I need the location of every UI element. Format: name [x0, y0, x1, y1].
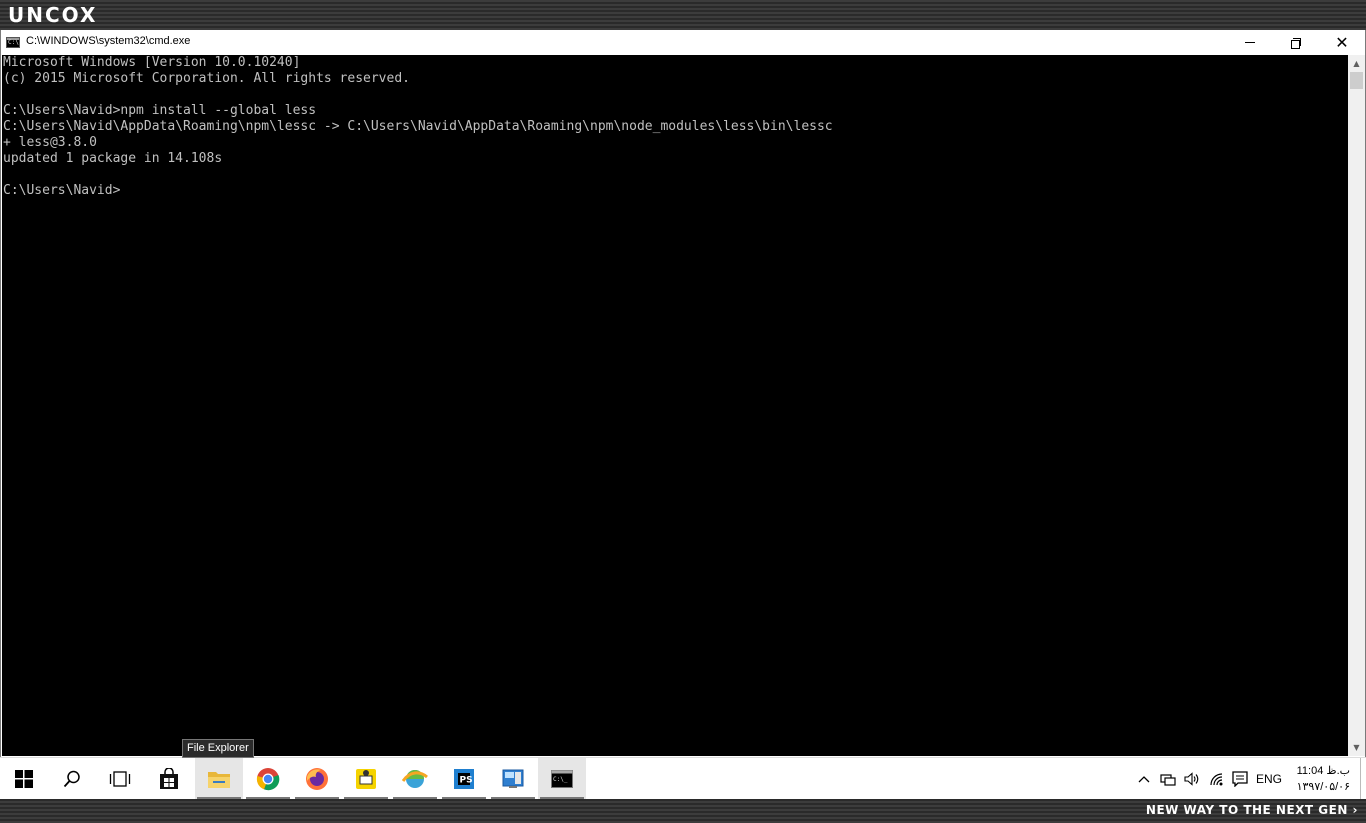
start-button[interactable]: [0, 758, 48, 799]
show-hidden-icons-button[interactable]: [1133, 758, 1155, 799]
brand-tagline: NEW WAY TO THE NEXT GEN ›: [1145, 803, 1358, 817]
file-explorer-tooltip: File Explorer: [182, 739, 254, 758]
jetbrains-button[interactable]: PS: [440, 758, 488, 799]
brand-logo: UNCOX: [8, 3, 98, 27]
cmd-window: C:\WINDOWS\system32\cmd.exe ✕ Microsoft …: [0, 30, 1366, 757]
window-title: C:\WINDOWS\system32\cmd.exe: [26, 35, 191, 47]
scroll-thumb[interactable]: [1350, 72, 1363, 89]
console-line: + less@3.8.0: [3, 135, 97, 150]
firefox-button[interactable]: [293, 758, 341, 799]
jetbrains-icon: PS: [454, 768, 474, 789]
store-icon: [160, 767, 178, 789]
svg-text:PS: PS: [460, 775, 473, 785]
restore-button[interactable]: [1273, 30, 1319, 55]
show-desktop-button[interactable]: [1360, 758, 1366, 799]
minimize-button[interactable]: [1227, 30, 1273, 55]
console-prompt: C:\Users\Navid>: [3, 183, 121, 198]
console-line: C:\Users\Navid\AppData\Roaming\npm\lessc…: [3, 119, 833, 134]
search-icon: [63, 770, 80, 787]
close-icon: ✕: [1335, 32, 1349, 52]
scroll-up-arrow-icon[interactable]: ▲: [1348, 55, 1365, 72]
input-language-button[interactable]: ENG: [1252, 758, 1286, 799]
console-output[interactable]: Microsoft Windows [Version 10.0.10240] (…: [2, 55, 1348, 756]
restore-icon: [1291, 37, 1301, 49]
idm-icon: [402, 769, 428, 788]
task-view-button[interactable]: [96, 758, 144, 799]
firefox-icon: [306, 767, 328, 790]
wifi-tray-button[interactable]: [1206, 758, 1228, 799]
volume-tray-button[interactable]: [1181, 758, 1203, 799]
console-line: C:\Users\Navid>npm install --global less: [3, 103, 317, 118]
idm-button[interactable]: [391, 758, 439, 799]
control-panel-icon: [502, 769, 524, 788]
title-bar[interactable]: C:\WINDOWS\system32\cmd.exe ✕: [1, 30, 1365, 55]
folder-icon: [208, 771, 230, 788]
cmd-app-icon[interactable]: [6, 37, 20, 48]
console-text: Microsoft Windows [Version 10.0.10240] (…: [2, 55, 1348, 199]
php-icon: [356, 768, 376, 789]
svg-text:C:\_: C:\_: [553, 776, 568, 783]
brand-banner-top: UNCOX: [0, 0, 1366, 30]
windows-logo-icon: [15, 769, 33, 788]
cmd-icon: C:\_: [551, 769, 573, 788]
command-prompt-button[interactable]: C:\_: [538, 758, 586, 799]
close-button[interactable]: ✕: [1319, 30, 1365, 55]
php-app-button[interactable]: [342, 758, 390, 799]
scroll-down-arrow-icon[interactable]: ▼: [1348, 739, 1365, 756]
console-line: updated 1 package in 14.108s: [3, 151, 223, 166]
network-icon: [1160, 773, 1176, 786]
clock-time: 11:04 ب.ظ: [1296, 765, 1350, 777]
notification-icon: [1232, 770, 1248, 787]
brand-banner-bottom: NEW WAY TO THE NEXT GEN ›: [0, 799, 1366, 823]
task-view-icon: [109, 770, 131, 787]
network-tray-button[interactable]: [1157, 758, 1179, 799]
speaker-icon: [1184, 771, 1199, 786]
search-button[interactable]: [48, 758, 96, 799]
vertical-scrollbar[interactable]: ▲ ▼: [1348, 55, 1365, 756]
chevron-up-icon: [1138, 775, 1150, 782]
console-line: Microsoft Windows [Version 10.0.10240]: [3, 55, 301, 70]
chrome-icon: [256, 767, 280, 790]
minimize-icon: [1245, 42, 1255, 43]
control-panel-button[interactable]: [489, 758, 537, 799]
file-explorer-button[interactable]: [195, 758, 243, 799]
store-button[interactable]: [145, 758, 193, 799]
taskbar: PS C:\_ ENG 11:04 ب.ظ ۱۳۹۷/۰۵/۰۶: [0, 757, 1366, 799]
clock-date: ۱۳۹۷/۰۵/۰۶: [1296, 781, 1350, 793]
wifi-icon: [1210, 772, 1223, 785]
clock-button[interactable]: 11:04 ب.ظ ۱۳۹۷/۰۵/۰۶: [1288, 758, 1356, 799]
console-line: (c) 2015 Microsoft Corporation. All righ…: [3, 71, 410, 86]
action-center-button[interactable]: [1229, 758, 1251, 799]
chrome-button[interactable]: [244, 758, 292, 799]
